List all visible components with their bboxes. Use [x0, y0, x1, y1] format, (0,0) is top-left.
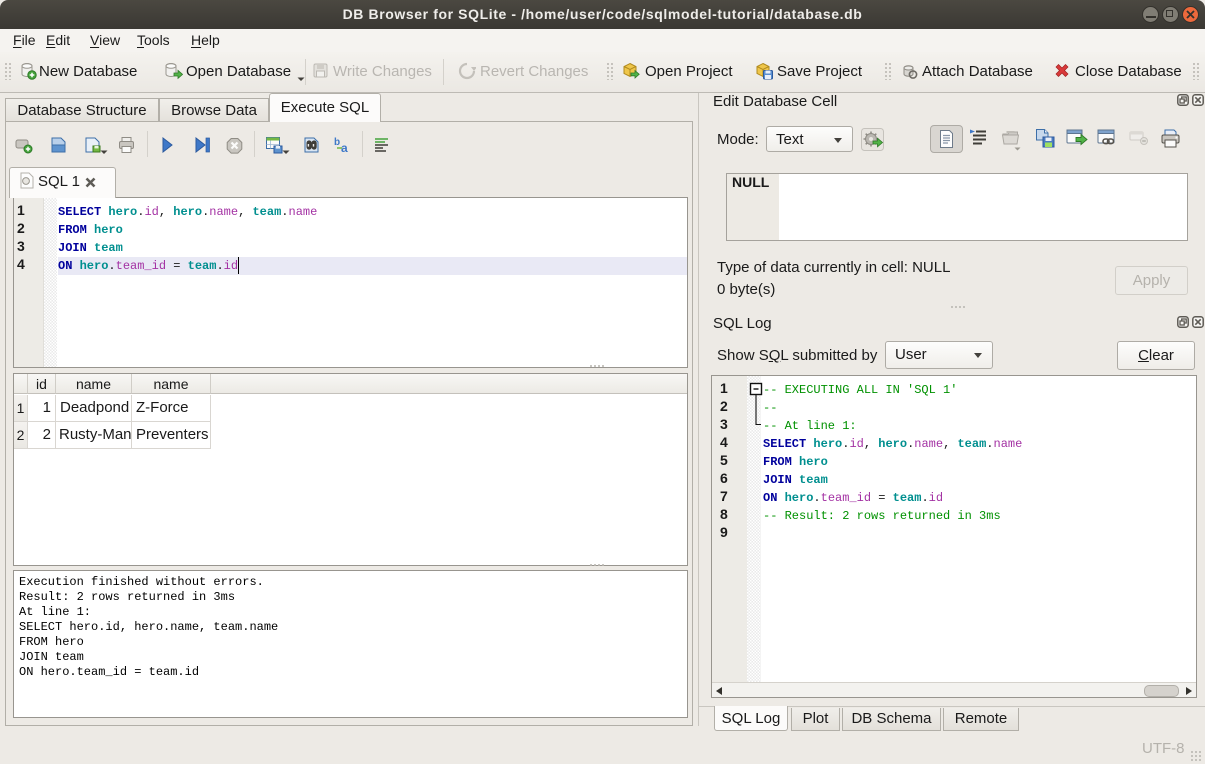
svg-text:a: a — [341, 141, 348, 154]
svg-text:b: b — [334, 137, 340, 148]
